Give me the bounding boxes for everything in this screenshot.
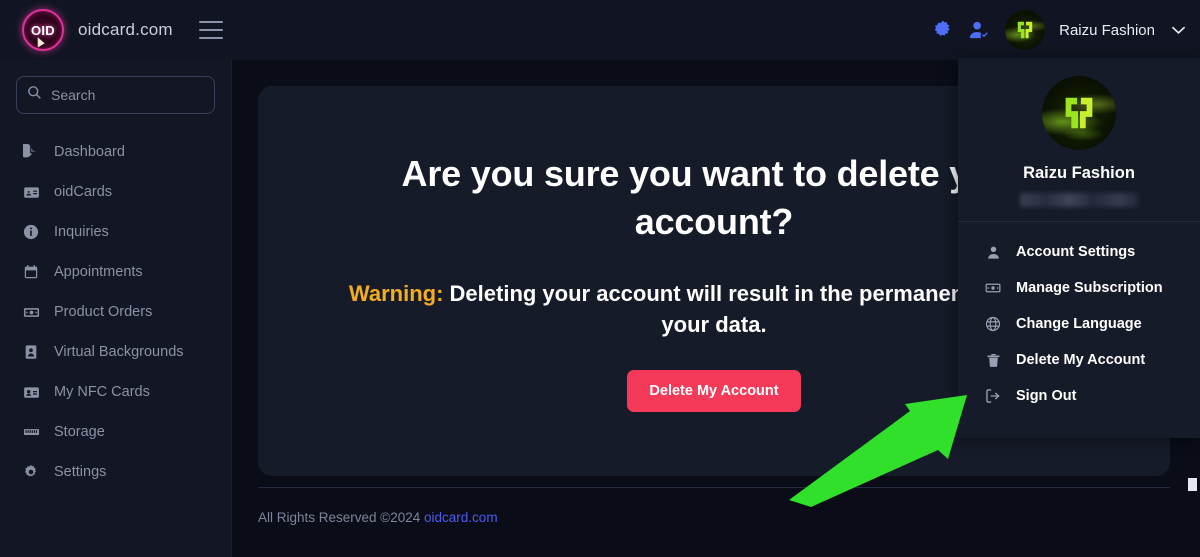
sidebar-item-virtual-backgrounds[interactable]: Virtual Backgrounds bbox=[0, 332, 231, 372]
menu-item-delete-my-account[interactable]: Delete My Account bbox=[958, 342, 1200, 378]
calendar-icon bbox=[22, 263, 40, 281]
brand[interactable]: OID oidcard.com bbox=[0, 9, 173, 51]
sidebar-item-label: Virtual Backgrounds bbox=[54, 344, 184, 360]
footer-text: All Rights Reserved ©2024 oidcard.com bbox=[258, 510, 1170, 525]
search-box[interactable] bbox=[16, 76, 215, 114]
banknote-icon bbox=[22, 303, 40, 321]
menu-item-label: Change Language bbox=[1016, 316, 1142, 332]
footer-link[interactable]: oidcard.com bbox=[424, 510, 498, 525]
raizu-logo-icon bbox=[1017, 21, 1033, 39]
sidebar: Dashboard oidCards bbox=[0, 60, 232, 557]
sidebar-item-settings[interactable]: Settings bbox=[0, 452, 231, 492]
menu-toggle-button[interactable] bbox=[198, 21, 223, 39]
user-email-redacted bbox=[1020, 193, 1138, 207]
banknote-icon bbox=[984, 279, 1002, 297]
trash-icon bbox=[984, 351, 1002, 369]
sidebar-item-label: Settings bbox=[54, 464, 107, 480]
sign-out-icon bbox=[984, 387, 1002, 405]
sidebar-item-storage[interactable]: Storage bbox=[0, 412, 231, 452]
warning-label: Warning: bbox=[348, 281, 444, 307]
contact-card-icon bbox=[22, 383, 40, 401]
menu-item-label: Manage Subscription bbox=[1016, 280, 1163, 296]
menu-item-account-settings[interactable]: Account Settings bbox=[958, 234, 1200, 270]
oid-logo-text: OID bbox=[30, 22, 55, 38]
info-circle-icon bbox=[22, 223, 40, 241]
menu-item-label: Sign Out bbox=[1016, 388, 1077, 404]
globe-icon bbox=[984, 315, 1002, 333]
user-menu-list: Account Settings Manage Subscription Cha… bbox=[958, 222, 1200, 414]
portrait-icon bbox=[22, 343, 40, 361]
sidebar-item-label: Dashboard bbox=[54, 144, 125, 160]
pie-chart-icon bbox=[22, 143, 40, 161]
footer-divider bbox=[258, 487, 1170, 488]
footer: All Rights Reserved ©2024 oidcard.com bbox=[258, 477, 1170, 557]
top-bar: OID oidcard.com Raizu Fashion bbox=[0, 0, 1200, 60]
memory-icon bbox=[22, 423, 40, 441]
scrollbar-thumb[interactable] bbox=[1188, 478, 1197, 491]
avatar[interactable] bbox=[1005, 10, 1046, 50]
oid-logo-icon: OID bbox=[22, 9, 64, 51]
id-card-icon bbox=[22, 183, 40, 201]
sidebar-item-appointments[interactable]: Appointments bbox=[0, 252, 231, 292]
top-bar-actions: Raizu Fashion bbox=[932, 10, 1200, 50]
sidebar-item-label: My NFC Cards bbox=[54, 384, 150, 400]
sidebar-item-label: Appointments bbox=[54, 264, 143, 280]
search-icon bbox=[27, 85, 42, 105]
menu-item-label: Account Settings bbox=[1016, 244, 1136, 260]
sidebar-item-product-orders[interactable]: Product Orders bbox=[0, 292, 231, 332]
user-check-icon[interactable] bbox=[968, 19, 991, 42]
sidebar-item-dashboard[interactable]: Dashboard bbox=[0, 132, 231, 172]
sidebar-nav: Dashboard oidCards Inquiries Appointment… bbox=[0, 132, 231, 492]
chevron-down-icon[interactable] bbox=[1171, 22, 1186, 39]
sidebar-item-label: Inquiries bbox=[54, 224, 109, 240]
search-wrapper bbox=[0, 76, 231, 114]
sidebar-item-oidcards[interactable]: oidCards bbox=[0, 172, 231, 212]
delete-my-account-button[interactable]: Delete My Account bbox=[627, 369, 801, 412]
hamburger-bar bbox=[198, 21, 223, 23]
person-icon bbox=[984, 243, 1002, 261]
gear-icon bbox=[22, 463, 40, 481]
footer-copyright: All Rights Reserved ©2024 bbox=[258, 510, 425, 525]
sidebar-item-label: oidCards bbox=[54, 184, 113, 200]
menu-item-manage-subscription[interactable]: Manage Subscription bbox=[958, 270, 1200, 306]
gear-icon[interactable] bbox=[932, 19, 954, 41]
brand-name: oidcard.com bbox=[78, 20, 173, 39]
avatar-large bbox=[1042, 76, 1116, 150]
hamburger-bar bbox=[198, 29, 223, 31]
raizu-logo-icon bbox=[1065, 97, 1093, 129]
sidebar-item-inquiries[interactable]: Inquiries bbox=[0, 212, 231, 252]
search-input[interactable] bbox=[51, 87, 204, 103]
user-menu-dropdown: Raizu Fashion Account Settings Manage Su… bbox=[958, 58, 1200, 438]
menu-item-label: Delete My Account bbox=[1016, 352, 1146, 368]
sidebar-item-label: Storage bbox=[54, 424, 105, 440]
top-bar-user-name: Raizu Fashion bbox=[1059, 21, 1155, 39]
menu-item-change-language[interactable]: Change Language bbox=[958, 306, 1200, 342]
sidebar-item-my-nfc-cards[interactable]: My NFC Cards bbox=[0, 372, 231, 412]
user-menu-header: Raizu Fashion bbox=[958, 58, 1200, 221]
menu-item-sign-out[interactable]: Sign Out bbox=[958, 378, 1200, 414]
user-menu-name: Raizu Fashion bbox=[1023, 164, 1135, 182]
hamburger-bar bbox=[198, 37, 223, 39]
sidebar-item-label: Product Orders bbox=[54, 304, 153, 320]
app-root: OID oidcard.com Raizu Fashion Search Das… bbox=[0, 0, 1200, 557]
